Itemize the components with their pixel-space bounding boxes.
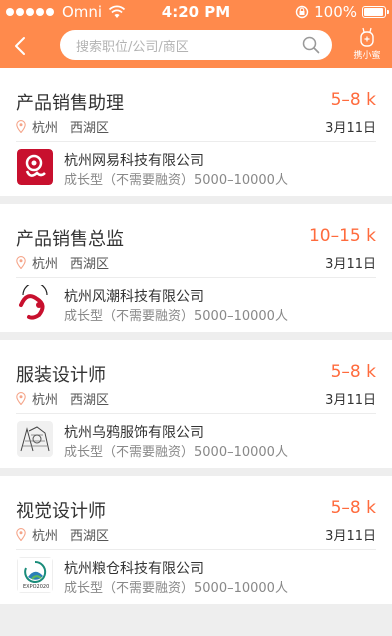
company-name[interactable]: 杭州乌鸦服饰有限公司 — [64, 422, 204, 442]
fengchao-logo-icon — [17, 285, 53, 321]
company-info: 成长型（不需要融资）5000–10000人 — [64, 445, 288, 460]
post-date: 3月11日 — [325, 529, 376, 544]
assistant-icon — [360, 27, 374, 47]
salary-range: 5–8 k — [330, 362, 376, 382]
post-date: 3月11日 — [325, 121, 376, 136]
job-title: 产品销售总监 — [16, 229, 124, 250]
card-divider — [16, 141, 376, 142]
job-city: 杭州 — [32, 393, 59, 408]
company-info: 成长型（不需要融资）5000–10000人 — [64, 173, 288, 188]
post-date: 3月11日 — [325, 393, 376, 408]
job-district: 西湖区 — [70, 393, 110, 408]
battery-percent: 100% — [314, 3, 357, 21]
job-location: 杭州 西湖区 — [16, 117, 109, 136]
expo-logo-icon: EXPO2020 — [17, 557, 53, 593]
job-title: 产品销售助理 — [16, 93, 124, 114]
search-icon[interactable] — [302, 36, 320, 54]
job-location: 杭州 西湖区 — [16, 525, 109, 544]
job-title: 视觉设计师 — [16, 501, 106, 522]
job-card[interactable]: 产品销售助理 5–8 k 杭州 西湖区 3月11日 杭州网易科技有限公司 成长型… — [0, 68, 392, 196]
salary-range: 10–15 k — [308, 226, 376, 246]
sketch-logo-icon — [17, 421, 53, 457]
company-info: 成长型（不需要融资）5000–10000人 — [64, 309, 288, 324]
job-district: 西湖区 — [70, 257, 110, 272]
assistant-button[interactable]: 携小蜜 — [350, 26, 384, 66]
search-placeholder: 搜索职位/公司/商区 — [76, 40, 189, 55]
card-divider — [16, 549, 376, 550]
job-district: 西湖区 — [70, 529, 110, 544]
assistant-label: 携小蜜 — [353, 51, 381, 61]
job-location: 杭州 西湖区 — [16, 253, 109, 272]
card-divider — [16, 277, 376, 278]
job-district: 西湖区 — [70, 121, 110, 136]
salary-range: 5–8 k — [330, 90, 376, 110]
job-title: 服装设计师 — [16, 365, 106, 386]
job-card[interactable]: 视觉设计师 5–8 k 杭州 西湖区 3月11日 EXPO2020 杭州粮仓科技… — [0, 476, 392, 604]
company-name[interactable]: 杭州风潮科技有限公司 — [64, 286, 204, 306]
back-arrow-icon[interactable] — [10, 34, 32, 58]
location-pin-icon — [16, 120, 26, 133]
salary-range: 5–8 k — [330, 498, 376, 518]
company-info: 成长型（不需要融资）5000–10000人 — [64, 581, 288, 596]
company-name[interactable]: 杭州网易科技有限公司 — [64, 150, 204, 170]
job-card[interactable]: 服装设计师 5–8 k 杭州 西湖区 3月11日 杭州乌鸦服饰有限公司 成长型（… — [0, 340, 392, 468]
job-card[interactable]: 产品销售总监 10–15 k 杭州 西湖区 3月11日 杭州风潮科技有限公司 成… — [0, 204, 392, 332]
post-date: 3月11日 — [325, 257, 376, 272]
company-name[interactable]: 杭州粮仓科技有限公司 — [64, 558, 204, 578]
location-pin-icon — [16, 392, 26, 405]
location-pin-icon — [16, 528, 26, 541]
job-location: 杭州 西湖区 — [16, 389, 109, 408]
job-city: 杭州 — [32, 529, 59, 544]
job-city: 杭州 — [32, 257, 59, 272]
status-bar: Omni 4:20 PM 100% — [0, 0, 392, 24]
navigation-bar: 搜索职位/公司/商区 携小蜜 — [0, 24, 392, 68]
netease-logo-icon — [17, 149, 53, 185]
location-pin-icon — [16, 256, 26, 269]
search-input[interactable]: 搜索职位/公司/商区 — [60, 30, 332, 60]
job-city: 杭州 — [32, 121, 59, 136]
battery-icon — [362, 6, 389, 18]
rotation-lock-icon — [295, 5, 309, 19]
card-divider — [16, 413, 376, 414]
logo-text: EXPO2020 — [23, 584, 50, 590]
